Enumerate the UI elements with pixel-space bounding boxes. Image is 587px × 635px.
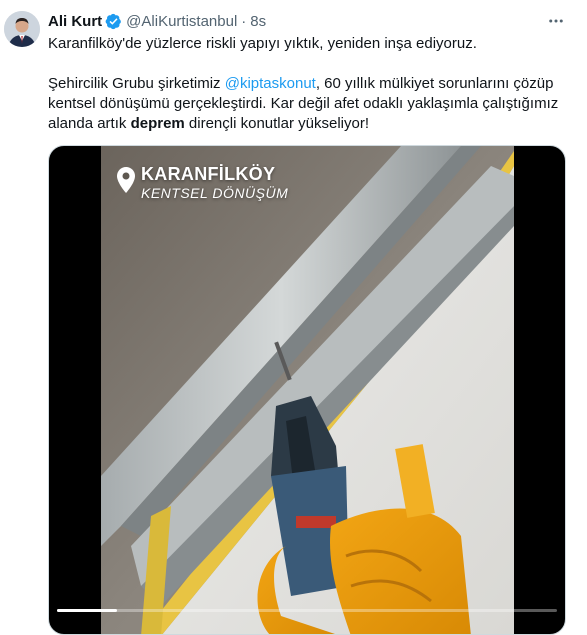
video-progress-bar[interactable] bbox=[57, 609, 557, 612]
location-pin-icon bbox=[117, 167, 135, 193]
bold-word: deprem bbox=[130, 115, 185, 132]
separator-dot: · bbox=[241, 12, 247, 30]
mention-link[interactable]: @kiptaskonut bbox=[225, 75, 316, 92]
video-player[interactable]: KARANFİLKÖY KENTSEL DÖNÜŞÜM bbox=[48, 145, 566, 635]
video-progress-fill bbox=[57, 609, 117, 612]
text-segment: Şehircilik Grubu şirketimiz bbox=[48, 75, 225, 92]
tweet-text: Karanfilköy'de yüzlerce riskli yapıyı yı… bbox=[48, 34, 568, 134]
verified-badge-icon bbox=[105, 13, 122, 29]
video-overlay: KARANFİLKÖY KENTSEL DÖNÜŞÜM bbox=[117, 163, 288, 201]
author-handle[interactable]: @AliKurtistanbul bbox=[126, 13, 237, 30]
more-icon[interactable] bbox=[545, 11, 567, 31]
video-frame[interactable]: KARANFİLKÖY KENTSEL DÖNÜŞÜM bbox=[101, 146, 514, 634]
overlay-subtitle: KENTSEL DÖNÜŞÜM bbox=[141, 185, 289, 201]
tweet-text-line1: Karanfilköy'de yüzlerce riskli yapıyı yı… bbox=[48, 35, 477, 52]
tweet-text-paragraph2: Şehircilik Grubu şirketimiz @kiptaskonut… bbox=[48, 74, 568, 134]
text-segment: dirençli konutlar yükseliyor! bbox=[184, 115, 369, 132]
overlay-title: KARANFİLKÖY bbox=[141, 164, 276, 184]
author-name[interactable]: Ali Kurt bbox=[48, 13, 102, 30]
avatar[interactable] bbox=[4, 11, 40, 47]
timestamp[interactable]: 8s bbox=[250, 13, 266, 30]
